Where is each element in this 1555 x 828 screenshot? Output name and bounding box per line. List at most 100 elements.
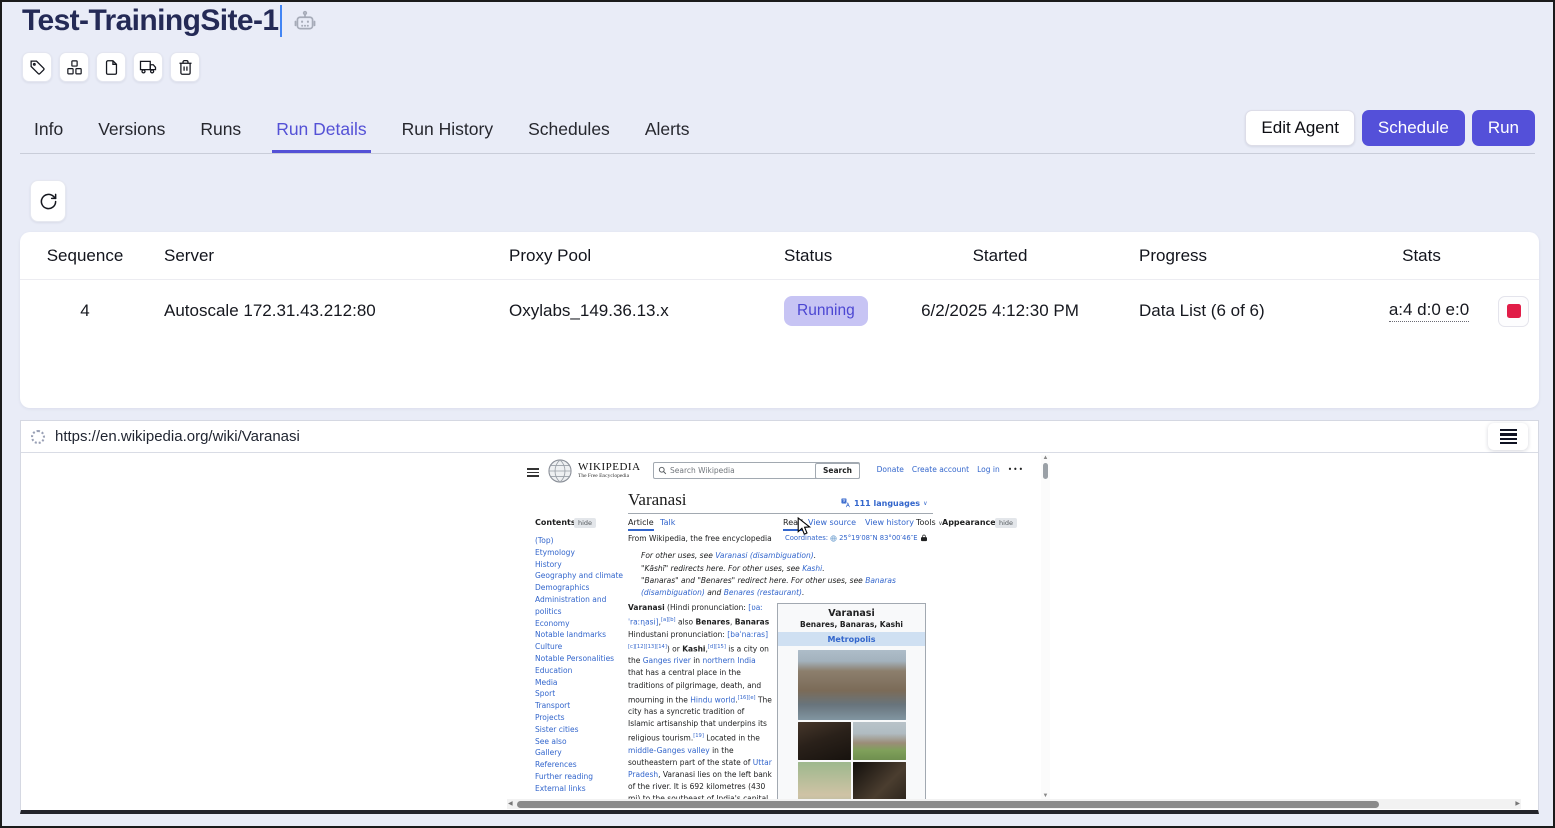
runs-table-header: Sequence Server Proxy Pool Status Starte…: [20, 232, 1539, 280]
wiki-languages-button[interactable]: 111 languages ∨: [841, 498, 927, 508]
export-truck-button[interactable]: [133, 52, 163, 82]
scroll-up-icon[interactable]: ▲: [1042, 455, 1049, 461]
infobox-photo-interior[interactable]: [853, 762, 906, 801]
browser-url-bar[interactable]: https://en.wikipedia.org/wiki/Varanasi: [21, 421, 1538, 453]
wiki-toc-item[interactable]: Sister cities: [535, 724, 627, 736]
infobox-type-link[interactable]: Metropolis: [778, 632, 925, 646]
run-button[interactable]: Run: [1472, 110, 1535, 146]
wiki-link[interactable]: northern India: [702, 656, 755, 665]
document-button[interactable]: [96, 52, 126, 82]
wiki-donate-link[interactable]: Donate: [877, 465, 904, 474]
wiki-search-box[interactable]: Search Wikipedia Search: [653, 462, 860, 479]
wiki-link[interactable]: [c][12][13][14]: [628, 644, 667, 650]
wiki-toc-item[interactable]: Etymology: [535, 547, 627, 559]
wiki-toc-item[interactable]: Education: [535, 665, 627, 677]
page-title: Test-TrainingSite-1: [22, 4, 278, 38]
runs-table: Sequence Server Proxy Pool Status Starte…: [20, 232, 1539, 408]
wiki-link[interactable]: [bəˈnaːras]: [727, 630, 768, 639]
wiki-toc-item[interactable]: Sport: [535, 688, 627, 700]
wiki-toc-item[interactable]: (Top): [535, 535, 627, 547]
wiki-menu-icon[interactable]: [527, 466, 539, 479]
wiki-tab-view-history[interactable]: View history: [865, 518, 914, 527]
schedule-button[interactable]: Schedule: [1362, 110, 1465, 146]
wiki-toc-item[interactable]: Transport: [535, 700, 627, 712]
scroll-right-icon[interactable]: ▶: [1515, 800, 1520, 807]
wiki-create-account-link[interactable]: Create account: [912, 465, 969, 474]
wiki-tab-article[interactable]: Article: [628, 518, 654, 531]
wiki-toc-item[interactable]: History: [535, 559, 627, 571]
wiki-toc-item[interactable]: References: [535, 759, 627, 771]
wiki-link[interactable]: Hindu world: [690, 695, 735, 704]
infobox-photo-building[interactable]: [853, 722, 906, 760]
wiki-login-link[interactable]: Log in: [977, 465, 1000, 474]
wiki-hatnotes: For other uses, see Varanasi (disambigua…: [641, 550, 935, 599]
hatnote: "Kāshī" redirects here. For other uses, …: [641, 563, 935, 575]
wiki-horizontal-scrollbar[interactable]: ◀ ▶: [507, 799, 1521, 809]
wiki-toc-item[interactable]: Notable landmarks: [535, 629, 627, 641]
wiki-toc-item[interactable]: Notable Personalities: [535, 653, 627, 665]
hatnote: For other uses, see Varanasi (disambigua…: [641, 550, 935, 562]
scroll-left-icon[interactable]: ◀: [508, 800, 513, 807]
wiki-link[interactable]: Kashi: [802, 564, 822, 573]
text-segment: ) or: [667, 644, 682, 653]
infobox-photo-painting[interactable]: [798, 762, 851, 801]
tab-runs[interactable]: Runs: [196, 108, 245, 153]
edit-agent-button[interactable]: Edit Agent: [1245, 110, 1355, 146]
wiki-search-button[interactable]: Search: [815, 463, 860, 479]
infobox-photo-performance[interactable]: [798, 722, 851, 760]
wiki-more-menu[interactable]: •••: [1008, 465, 1024, 474]
wiki-link[interactable]: [19]: [693, 733, 704, 739]
wiki-tab-view-source[interactable]: View source: [808, 518, 856, 527]
tab-info[interactable]: Info: [30, 108, 67, 153]
wikipedia-page: WIKIPEDIA The Free Encyclopedia Search W…: [508, 456, 1036, 801]
col-progress: Progress: [1115, 246, 1350, 266]
wiki-link[interactable]: [16][e]: [738, 695, 756, 701]
wiki-account-links: Donate Create account Log in •••: [877, 465, 1024, 474]
tab-run-details[interactable]: Run Details: [272, 108, 370, 153]
wiki-vertical-scrollbar[interactable]: ▲ ▼: [1041, 455, 1050, 799]
wiki-link[interactable]: [d][15]: [708, 644, 726, 650]
wiki-toc-item[interactable]: Economy: [535, 618, 627, 630]
wiki-link[interactable]: Benares (restaurant): [724, 588, 802, 597]
wiki-tools-menu[interactable]: Tools ∨: [916, 518, 943, 527]
infobox-photo-ghats-panorama[interactable]: [798, 650, 906, 720]
stop-run-button[interactable]: [1498, 296, 1529, 327]
chevron-down-icon: ∨: [938, 520, 942, 527]
wiki-tab-talk[interactable]: Talk: [660, 518, 675, 527]
wiki-link[interactable]: Ganges river: [643, 656, 691, 665]
table-toolbar: [30, 180, 66, 222]
wiki-contents-hide-button[interactable]: hide: [574, 518, 596, 528]
browser-menu-button[interactable]: [1488, 423, 1528, 450]
wiki-toc-item[interactable]: Gallery: [535, 747, 627, 759]
vertical-scroll-thumb[interactable]: [1043, 463, 1048, 479]
wiki-toc-item[interactable]: Geography and climate: [535, 570, 627, 582]
refresh-button[interactable]: [30, 180, 66, 222]
wiki-toc-item[interactable]: Media: [535, 677, 627, 689]
wiki-link[interactable]: middle-Ganges valley: [628, 746, 710, 755]
wiki-link[interactable]: Varanasi (disambiguation): [715, 551, 813, 560]
tab-run-history[interactable]: Run History: [398, 108, 497, 153]
wiki-toc-item[interactable]: Administration and politics: [535, 594, 627, 618]
tab-alerts[interactable]: Alerts: [641, 108, 694, 153]
tab-versions[interactable]: Versions: [94, 108, 169, 153]
wiki-link[interactable]: [a][b]: [661, 617, 676, 623]
delete-button[interactable]: [170, 52, 200, 82]
wiki-toc-item[interactable]: Demographics: [535, 582, 627, 594]
wiki-toc-item[interactable]: Projects: [535, 712, 627, 724]
tab-schedules[interactable]: Schedules: [524, 108, 614, 153]
page-url: https://en.wikipedia.org/wiki/Varanasi: [55, 428, 300, 445]
wiki-appearance-hide-button[interactable]: hide: [995, 518, 1017, 528]
wiki-toc-item[interactable]: Further reading: [535, 771, 627, 783]
horizontal-scroll-thumb[interactable]: [517, 801, 1379, 808]
wikipedia-wordmark[interactable]: WIKIPEDIA The Free Encyclopedia: [578, 461, 641, 479]
modules-button[interactable]: [59, 52, 89, 82]
tag-button[interactable]: [22, 52, 52, 82]
app-root: { "page": { "title": "Test-TrainingSite-…: [0, 0, 1555, 828]
coordinates-value-link[interactable]: 25°19′08″N 83°00′46″E: [839, 534, 917, 542]
stats-link[interactable]: a:4 d:0 e:0: [1389, 300, 1469, 322]
wiki-toc-item[interactable]: See also: [535, 736, 627, 748]
wiki-toc-item[interactable]: Culture: [535, 641, 627, 653]
wiki-toc-item[interactable]: External links: [535, 783, 627, 795]
wikipedia-logo[interactable]: [547, 458, 573, 488]
text-segment: (Hindi pronunciation:: [665, 603, 749, 612]
